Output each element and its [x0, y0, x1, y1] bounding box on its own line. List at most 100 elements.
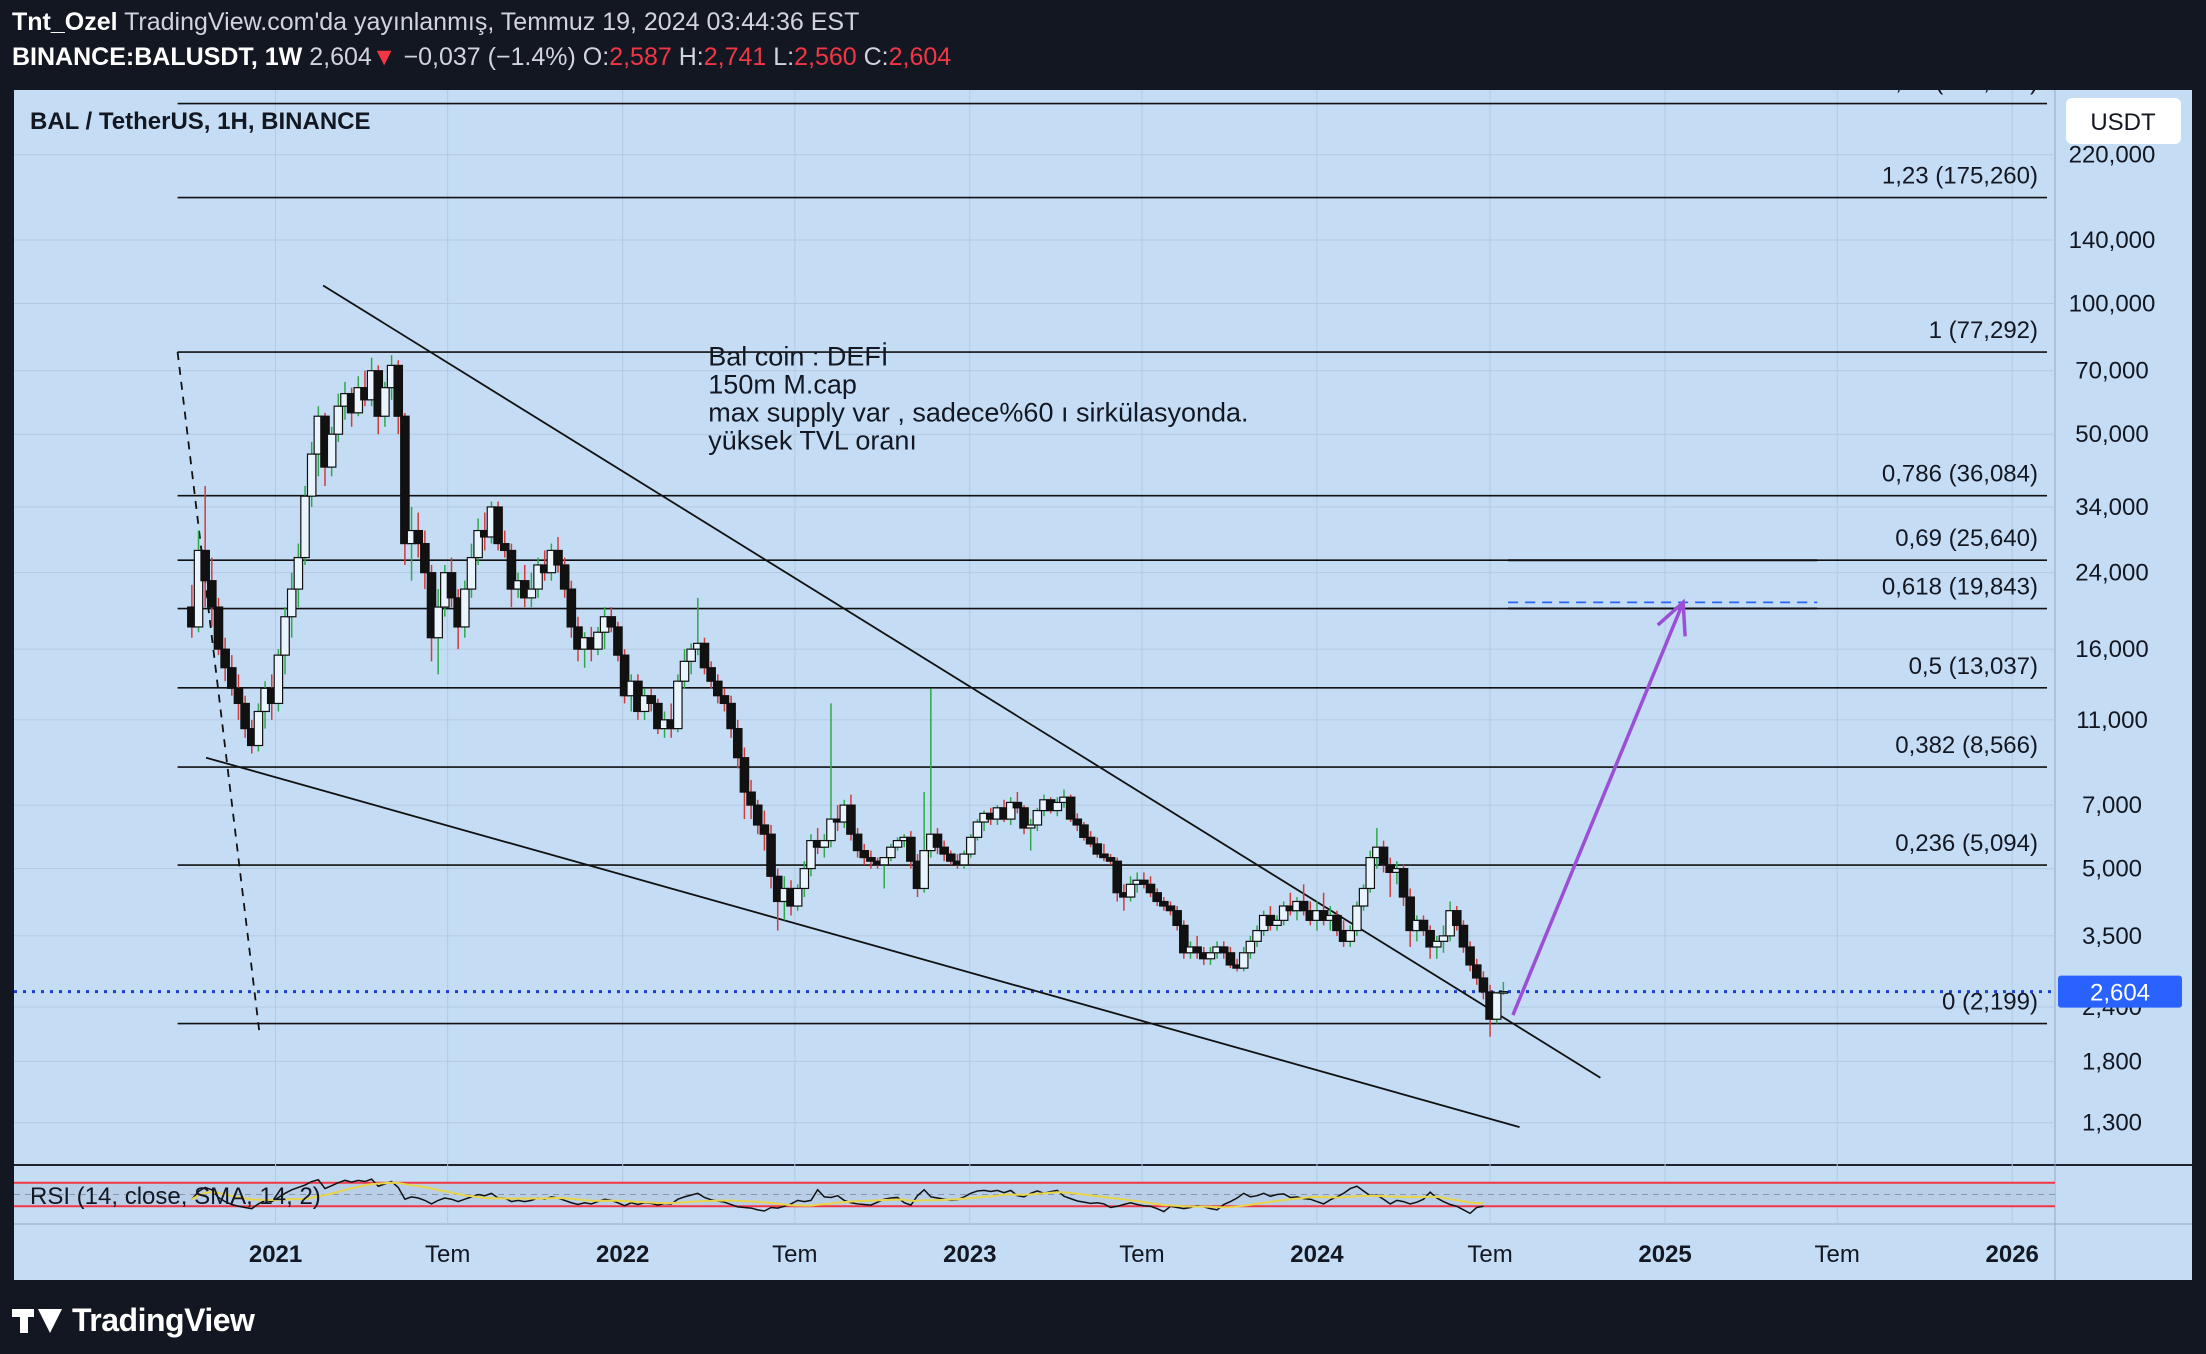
y-tick-label: 50,000 — [2075, 421, 2148, 448]
candle-body — [972, 821, 983, 838]
candle-body — [892, 839, 903, 848]
candle-body — [1345, 929, 1356, 942]
candle-body — [226, 667, 237, 689]
candle-body — [1205, 952, 1216, 960]
candle-body — [460, 588, 470, 628]
candle-body — [413, 529, 424, 545]
candle-body — [712, 680, 723, 697]
candle-body — [200, 549, 210, 582]
x-tick-label: 2024 — [1290, 1241, 1344, 1268]
candle-body — [719, 695, 730, 705]
candle-body — [1478, 977, 1489, 993]
candle-body — [593, 631, 603, 650]
candle-body — [1159, 900, 1169, 907]
x-tick-label: 2025 — [1638, 1241, 1691, 1268]
candle-body — [1398, 867, 1409, 898]
fib-level-label: 0,5 (13,037) — [1909, 653, 2038, 680]
candle-body — [939, 846, 949, 855]
currency-button-label[interactable]: USDT — [2090, 109, 2156, 136]
fib-level-label: 0,236 (5,094) — [1895, 830, 2038, 857]
x-tick-label: 2023 — [943, 1241, 996, 1268]
candle-body — [886, 846, 896, 859]
candle-body — [1252, 929, 1262, 942]
candle-body — [673, 680, 683, 730]
candle-body — [1458, 924, 1469, 948]
candle-body — [1052, 801, 1063, 812]
candle-body — [1352, 905, 1362, 932]
y-tick-label: 34,000 — [2075, 494, 2148, 521]
candle-body — [766, 833, 776, 877]
candle-body — [1272, 919, 1282, 926]
candle-body — [380, 387, 390, 417]
candle-body — [1465, 946, 1475, 966]
candle-body — [300, 495, 310, 559]
candle-body — [846, 804, 856, 835]
x-tick-label: Tem — [1815, 1241, 1860, 1268]
candle-body — [819, 839, 830, 848]
candle-body — [732, 728, 743, 759]
candle-body — [253, 710, 264, 747]
candle-body — [273, 654, 284, 705]
candle-body — [1378, 846, 1389, 866]
candle-body — [1165, 905, 1176, 912]
candle-body — [240, 702, 250, 730]
candle-body — [746, 791, 756, 806]
fib-level-label: 1 (77,292) — [1929, 317, 2038, 344]
candle-body — [706, 667, 716, 682]
x-tick-label: Tem — [1119, 1241, 1164, 1268]
brand-name: TradingView — [72, 1301, 255, 1338]
candle-body — [1152, 892, 1162, 903]
annotation-text: max supply var , sadece%60 ı sirkülasyon… — [708, 397, 1248, 427]
candle-body — [1172, 910, 1182, 926]
y-tick-label: 140,000 — [2069, 227, 2156, 254]
y-tick-label: 1,800 — [2082, 1048, 2142, 1075]
y-tick-label: 70,000 — [2075, 358, 2148, 385]
candle-body — [646, 695, 657, 705]
candle-body — [293, 556, 304, 590]
candle-body — [1125, 883, 1136, 898]
candle-body — [752, 804, 763, 826]
candle-body — [499, 542, 510, 552]
candle-body — [606, 616, 617, 628]
candle-body — [1491, 992, 1502, 1020]
y-tick-label: 220,000 — [2069, 142, 2156, 169]
candle-body — [1451, 910, 1462, 926]
candle-body — [553, 549, 563, 566]
y-tick-label: 16,000 — [2075, 636, 2148, 663]
candle-body — [1438, 935, 1449, 942]
fib-level-label: 0,618 (19,843) — [1882, 574, 2038, 601]
candle-body — [1471, 964, 1482, 979]
x-tick-label: Tem — [772, 1241, 817, 1268]
fib-level-label: 0,69 (25,640) — [1895, 525, 2038, 552]
price-scale — [2058, 90, 2192, 1280]
candle-body — [759, 824, 770, 835]
candle-body — [859, 850, 870, 859]
annotation-text: yüksek TVL oranı — [708, 425, 917, 455]
candle-body — [493, 506, 503, 545]
candle-body — [1298, 900, 1309, 912]
candle-body — [1012, 801, 1023, 809]
candle-body — [1092, 843, 1103, 855]
chart-pane — [14, 90, 2058, 1280]
candle-body — [919, 850, 929, 890]
candle-body — [280, 616, 290, 656]
x-tick-label: Tem — [1467, 1241, 1512, 1268]
tradingview-logo-icon — [12, 1305, 64, 1335]
candle-body — [433, 606, 443, 639]
candle-body — [1365, 856, 1376, 890]
candle-body — [699, 642, 710, 669]
chart-canvas[interactable]: 2021 Tem 2022 Tem 2023 Tem 2024 Tem 2025 Tem 2026 1… — [0, 0, 2206, 1354]
candle-body — [1238, 952, 1249, 969]
y-tick-label: 3,500 — [2082, 923, 2142, 950]
candle-body — [1079, 824, 1089, 838]
candle-body — [1225, 952, 1236, 966]
candle-body — [306, 453, 317, 497]
annotation-text: Bal coin : DEFİ — [708, 340, 888, 371]
candle-body — [965, 836, 976, 855]
candle-body — [286, 588, 297, 618]
candle-body — [1218, 946, 1229, 954]
candle-body — [1085, 836, 1096, 845]
y-tick-label: 5,000 — [2082, 856, 2142, 883]
candle-body — [686, 648, 696, 662]
candle-body — [446, 572, 457, 599]
